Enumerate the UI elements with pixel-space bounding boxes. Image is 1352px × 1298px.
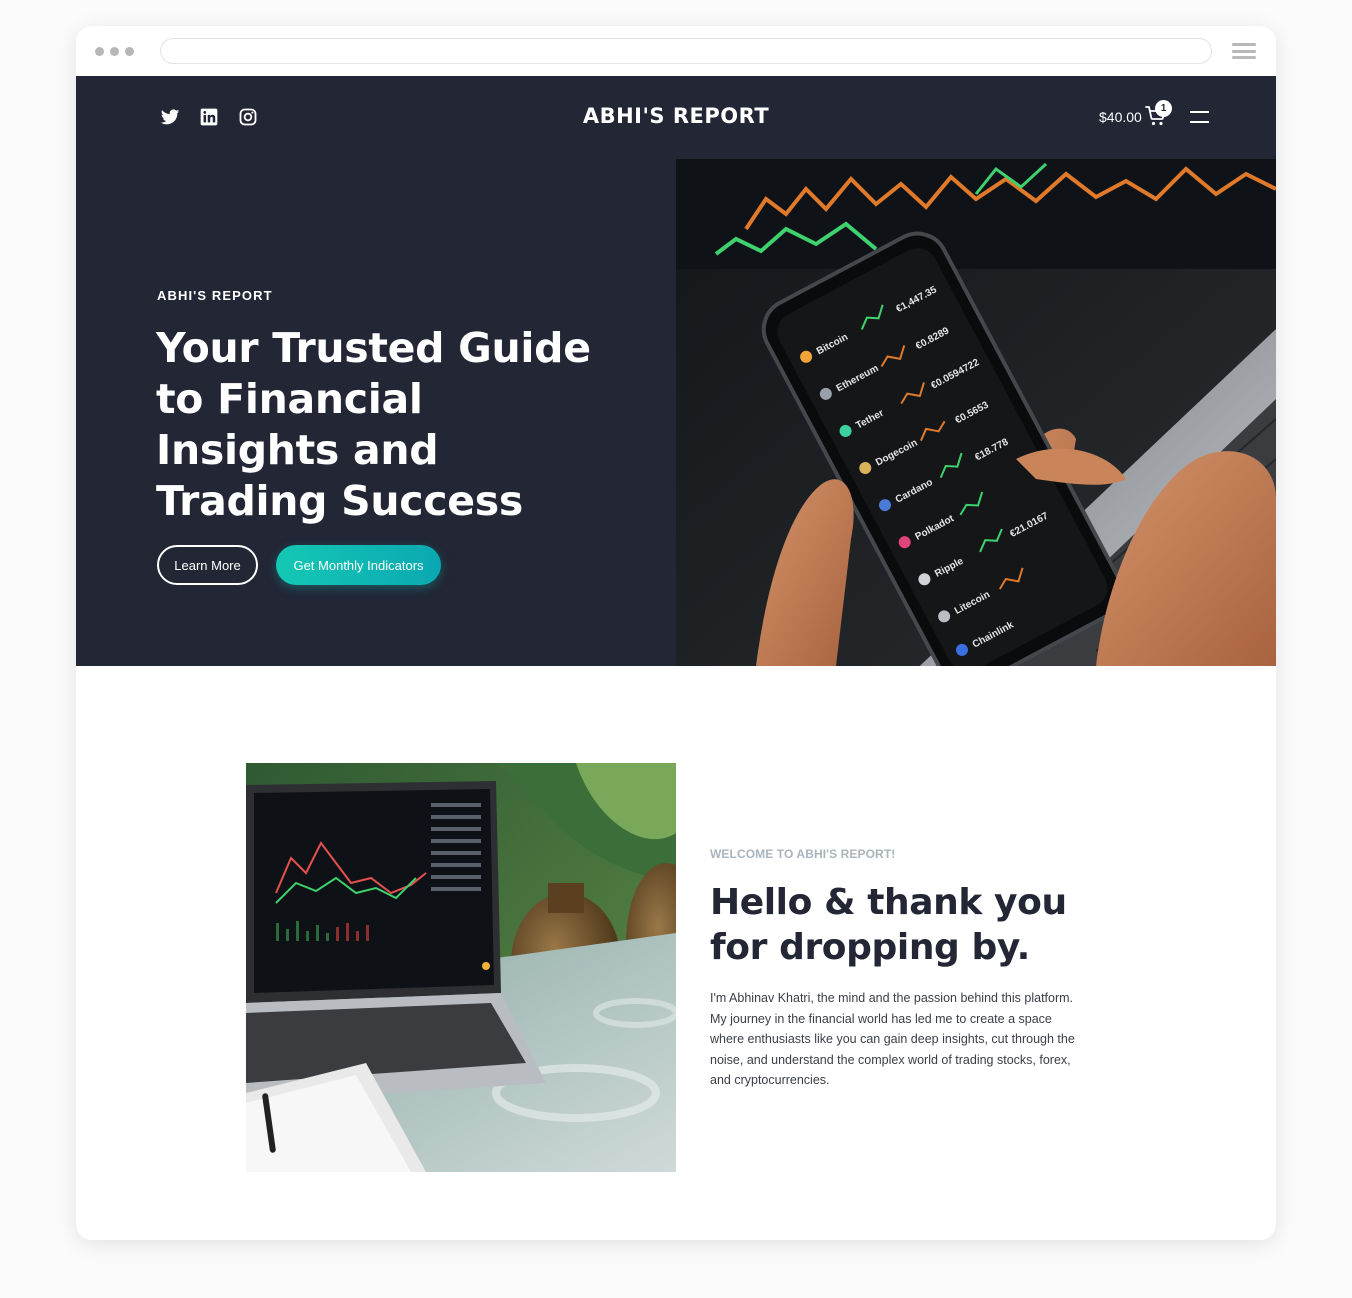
learn-more-button[interactable]: Learn More xyxy=(157,545,258,585)
cart-count-badge: 1 xyxy=(1155,100,1172,117)
hero-eyebrow: ABHI'S REPORT xyxy=(157,288,273,303)
window-dot[interactable] xyxy=(95,47,104,56)
about-body: I'm Abhinav Khatri, the mind and the pas… xyxy=(710,991,1075,1088)
hero-section: ABHI'S REPORT $40.00 1 ABHI'S REPORT You… xyxy=(76,76,1276,666)
menu-icon[interactable] xyxy=(1190,111,1209,123)
hamburger-icon[interactable] xyxy=(1232,43,1256,59)
window-controls[interactable] xyxy=(95,47,134,56)
about-section: WELCOME TO ABHI'S REPORT! Hello & thank … xyxy=(76,666,1276,1240)
site-header: ABHI'S REPORT $40.00 1 xyxy=(76,76,1276,159)
browser-window: ABHI'S REPORT $40.00 1 ABHI'S REPORT You… xyxy=(76,26,1276,1240)
window-dot[interactable] xyxy=(110,47,119,56)
address-bar[interactable] xyxy=(160,38,1212,64)
about-eyebrow: WELCOME TO ABHI'S REPORT! xyxy=(710,847,896,861)
about-image xyxy=(246,763,676,1172)
browser-chrome xyxy=(76,26,1276,76)
about-heading: Hello & thank you for dropping by. xyxy=(710,882,1067,968)
window-dot[interactable] xyxy=(125,47,134,56)
hero-image: Bitcoin €1,447.35 Ethereum €0.8289 Tethe… xyxy=(676,159,1276,666)
site-title[interactable]: ABHI'S REPORT xyxy=(76,104,1276,128)
hero-heading: Your Trusted Guide to Financial Insights… xyxy=(156,324,591,525)
get-monthly-indicators-button[interactable]: Get Monthly Indicators xyxy=(276,545,441,585)
cart-total[interactable]: $40.00 xyxy=(1099,109,1142,125)
